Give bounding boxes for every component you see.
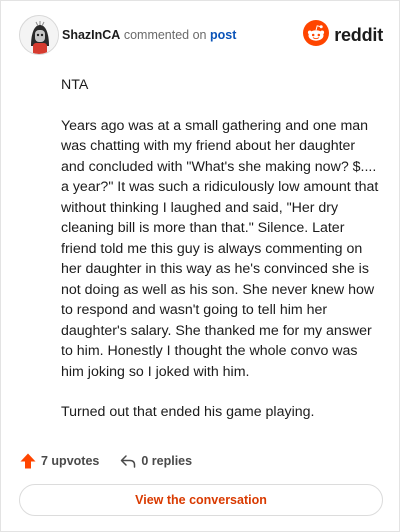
- comment-paragraph: Years ago was at a small gathering and o…: [61, 117, 379, 380]
- upvote-count: 7 upvotes: [41, 454, 100, 468]
- comment-actions: 7 upvotes 0 replies: [19, 451, 212, 471]
- reddit-logo-icon: [303, 19, 330, 51]
- comment-meta: ShazInCA commented on post: [62, 27, 236, 43]
- upvote-arrow-icon: [19, 452, 37, 470]
- reddit-brand[interactable]: reddit: [303, 19, 383, 51]
- comment-card: ShazInCA commented on post reddit NTA Ye…: [0, 0, 400, 532]
- upvote-button[interactable]: 7 upvotes: [19, 452, 99, 470]
- avatar[interactable]: [19, 15, 59, 55]
- reddit-wordmark: reddit: [334, 24, 383, 45]
- commented-on-text: commented on: [123, 28, 207, 42]
- post-link[interactable]: post: [210, 28, 236, 42]
- username-link[interactable]: ShazInCA: [62, 28, 120, 42]
- comment-body: NTA Years ago was at a small gathering a…: [61, 75, 381, 443]
- view-conversation-button[interactable]: View the conversation: [19, 484, 383, 516]
- reply-count: 0 replies: [141, 454, 193, 468]
- comment-header: ShazInCA commented on post reddit: [19, 15, 383, 55]
- reply-arrow-icon: [119, 452, 137, 470]
- comment-paragraph: NTA: [61, 77, 89, 93]
- comment-paragraph: Turned out that ended his game playing.: [61, 404, 315, 420]
- replies-button[interactable]: 0 replies: [119, 452, 192, 470]
